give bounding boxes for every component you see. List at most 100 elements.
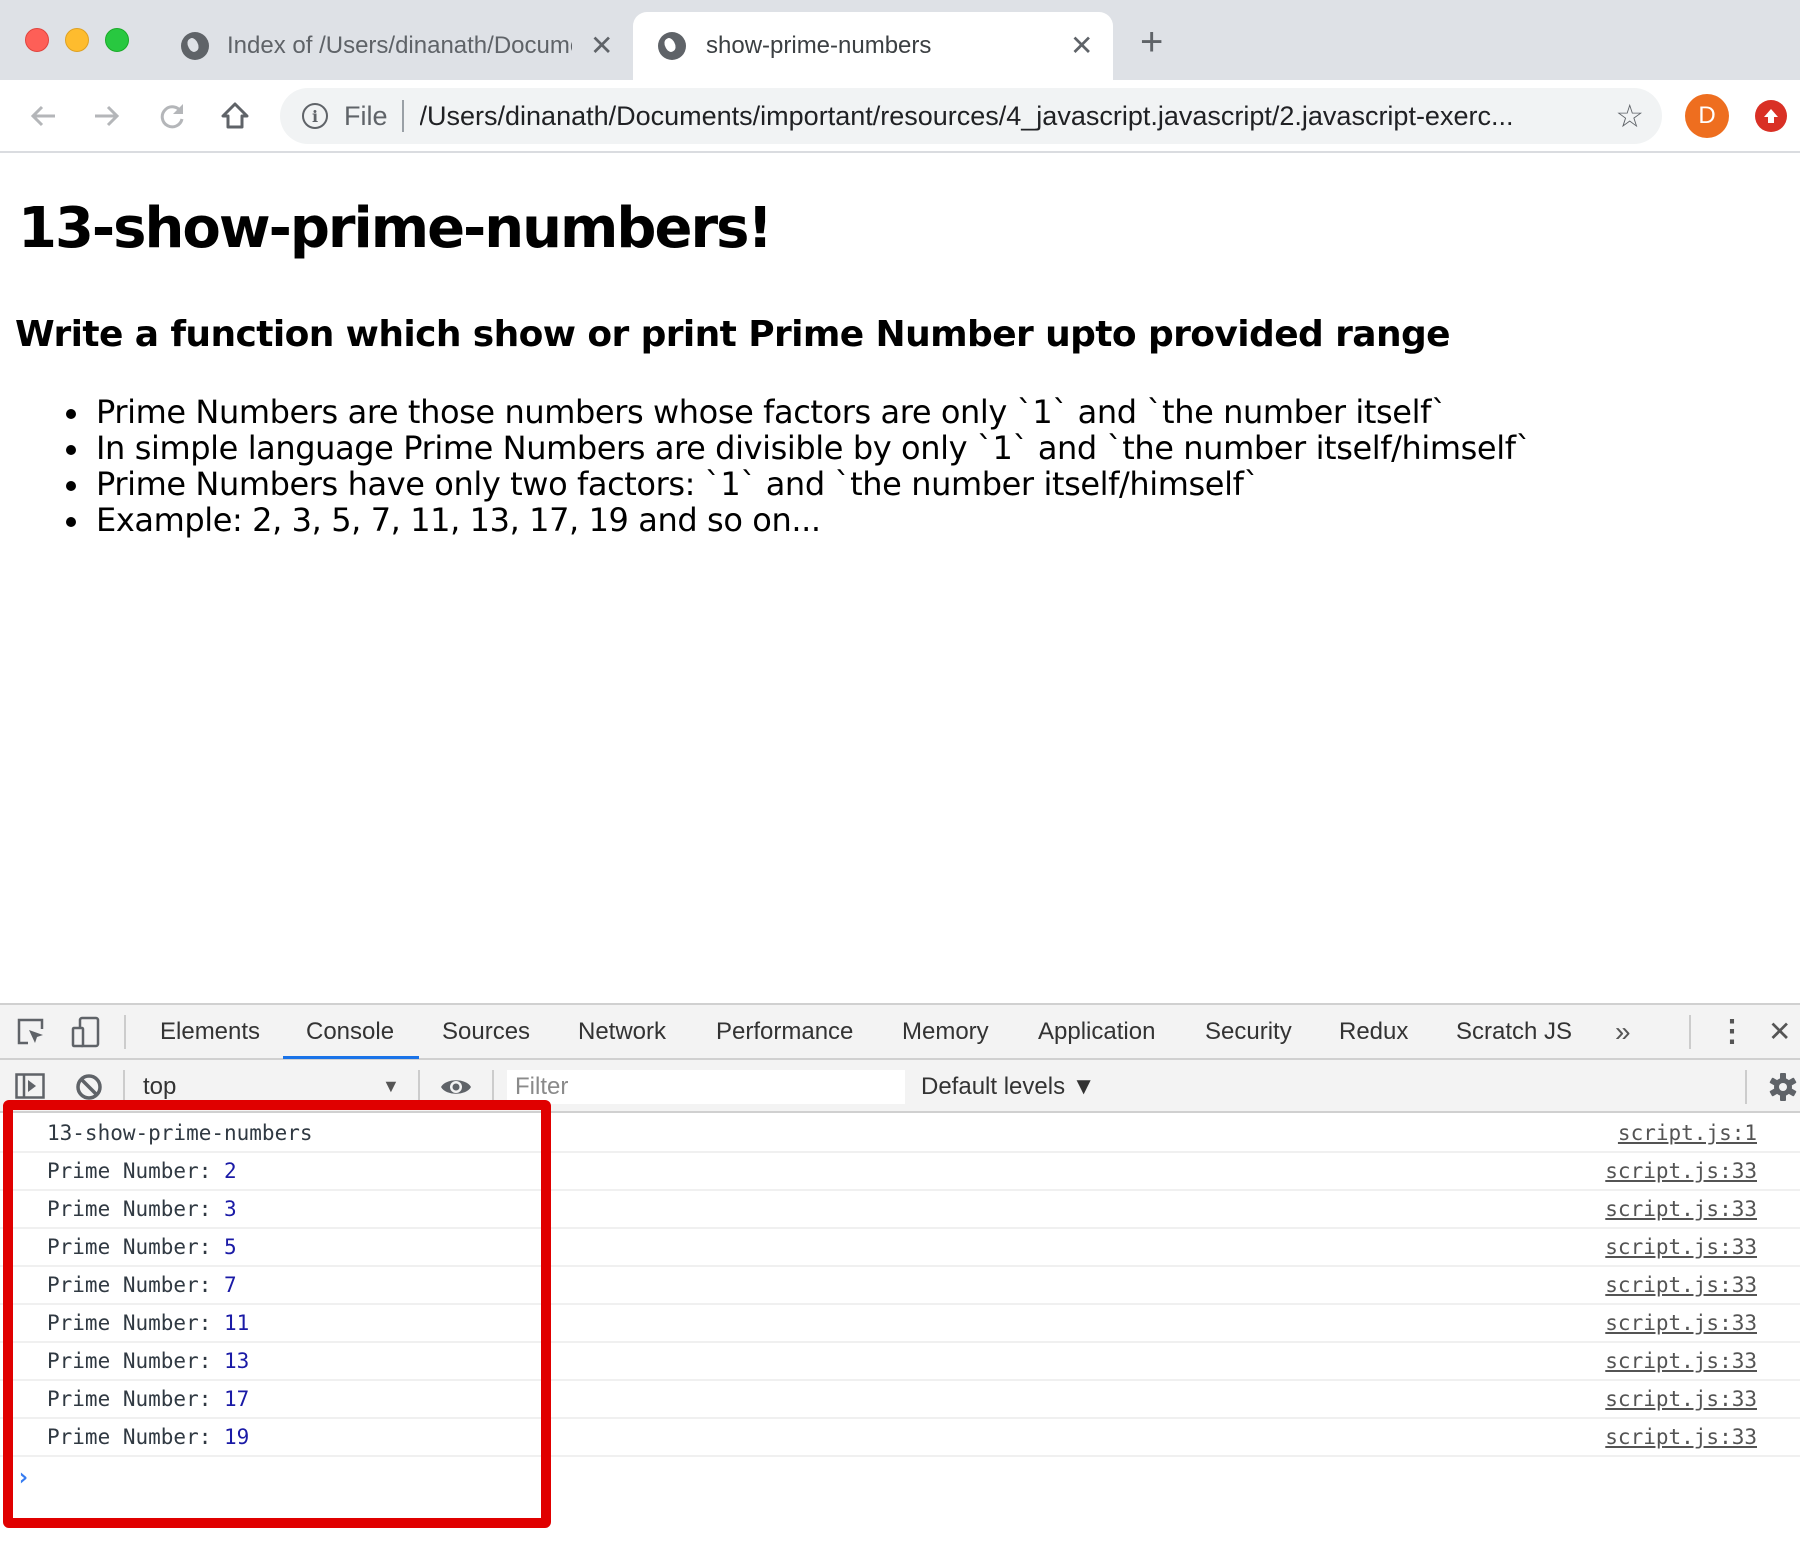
toolbar-divider: [124, 1015, 126, 1049]
tab-close-icon[interactable]: ✕: [1070, 32, 1093, 60]
toolbar-divider: [1689, 1015, 1691, 1049]
prime-value: 7: [224, 1273, 237, 1297]
console-prompt-icon: ›: [16, 1463, 31, 1491]
update-button[interactable]: [1755, 100, 1787, 132]
forward-arrow-icon: [95, 105, 120, 127]
show-sidebar-button[interactable]: [15, 1073, 45, 1104]
list-item: Example: 2, 3, 5, 7, 11, 13, 17, 19 and …: [65, 502, 1531, 538]
console-row: 13-show-prime-numbers script.js:1: [0, 1115, 1800, 1153]
filter-input[interactable]: [507, 1070, 905, 1104]
tab-console[interactable]: Console: [306, 1005, 394, 1058]
tab-title: Index of /Users/dinanath/Documents/impor…: [227, 32, 572, 59]
profile-avatar[interactable]: D: [1685, 94, 1729, 138]
tab-network[interactable]: Network: [578, 1005, 666, 1058]
zoom-window-button[interactable]: [105, 28, 129, 52]
browser-tab-strip: Index of /Users/dinanath/Documents/impor…: [0, 0, 1800, 80]
source-link[interactable]: script.js:33: [1605, 1305, 1757, 1342]
minimize-window-button[interactable]: [65, 28, 89, 52]
info-icon[interactable]: i: [302, 103, 328, 129]
back-button[interactable]: [23, 96, 63, 136]
page-title: 13-show-prime-numbers!: [18, 196, 773, 261]
console-messages: 13-show-prime-numbers script.js:1 Prime …: [0, 1115, 1800, 1507]
inspect-element-button[interactable]: [16, 1017, 46, 1052]
live-expression-button[interactable]: [440, 1075, 472, 1104]
tab-redux[interactable]: Redux: [1339, 1005, 1408, 1058]
console-row: Prime Number: 7 script.js:33: [0, 1267, 1800, 1305]
console-message: Prime Number: 5: [47, 1235, 237, 1259]
clear-icon: [76, 1074, 102, 1100]
tab-elements[interactable]: Elements: [160, 1005, 260, 1058]
reload-icon: [160, 104, 184, 129]
console-input-row[interactable]: ›: [0, 1457, 1800, 1507]
address-divider: [401, 100, 404, 132]
tab-security[interactable]: Security: [1205, 1005, 1292, 1058]
browser-tab-show-prime-numbers[interactable]: show-prime-numbers ✕: [633, 12, 1113, 80]
device-icon: [71, 1016, 100, 1048]
source-link[interactable]: script.js:33: [1605, 1419, 1757, 1456]
clear-console-button[interactable]: [75, 1073, 103, 1106]
prime-value: 17: [224, 1387, 250, 1411]
console-message: Prime Number: 19: [47, 1425, 250, 1449]
context-dropdown-icon[interactable]: ▼: [382, 1060, 400, 1113]
address-bar[interactable]: i File /Users/dinanath/Documents/importa…: [280, 88, 1662, 144]
browser-tab-index[interactable]: Index of /Users/dinanath/Documents/impor…: [165, 12, 625, 80]
console-message: 13-show-prime-numbers: [47, 1121, 313, 1145]
sidebar-toggle-icon: [15, 1073, 45, 1099]
console-toolbar: top ▼ Default levels ▼: [0, 1060, 1800, 1113]
tab-sources[interactable]: Sources: [442, 1005, 530, 1058]
console-row: Prime Number: 2 script.js:33: [0, 1153, 1800, 1191]
source-link[interactable]: script.js:33: [1605, 1153, 1757, 1190]
prime-facts-list: Prime Numbers are those numbers whose fa…: [65, 394, 1532, 538]
tab-close-icon[interactable]: ✕: [590, 32, 613, 60]
console-row: Prime Number: 5 script.js:33: [0, 1229, 1800, 1267]
forward-button[interactable]: [87, 96, 127, 136]
gear-icon: [1769, 1073, 1797, 1101]
console-message: Prime Number: 13: [47, 1349, 250, 1373]
devtools-panel: Elements Console Sources Network Perform…: [0, 1003, 1800, 1550]
log-levels-dropdown[interactable]: Default levels ▼: [921, 1060, 1096, 1113]
console-message: Prime Number: 11: [47, 1311, 250, 1335]
page-subtitle: Write a function which show or print Pri…: [15, 314, 1451, 355]
tab-scratch-js[interactable]: Scratch JS: [1456, 1005, 1572, 1058]
console-settings-button[interactable]: [1768, 1072, 1798, 1107]
toolbar-divider: [418, 1070, 420, 1104]
scheme-label: File: [344, 100, 388, 131]
console-row: Prime Number: 11 script.js:33: [0, 1305, 1800, 1343]
prime-value: 19: [224, 1425, 250, 1449]
console-row: Prime Number: 3 script.js:33: [0, 1191, 1800, 1229]
toolbar-divider: [1745, 1070, 1747, 1104]
update-arrow-icon: [1764, 109, 1778, 123]
tab-title: show-prime-numbers: [706, 32, 932, 59]
source-link[interactable]: script.js:33: [1605, 1191, 1757, 1228]
reload-button[interactable]: [152, 96, 192, 136]
source-link[interactable]: script.js:1: [1618, 1115, 1757, 1152]
tab-performance[interactable]: Performance: [716, 1005, 853, 1058]
source-link[interactable]: script.js:33: [1605, 1267, 1757, 1304]
tab-memory[interactable]: Memory: [902, 1005, 989, 1058]
prime-value: 2: [224, 1159, 237, 1183]
bookmark-star-icon[interactable]: ☆: [1615, 96, 1644, 136]
url-text[interactable]: /Users/dinanath/Documents/important/reso…: [420, 101, 1570, 132]
list-item: Prime Numbers are those numbers whose fa…: [65, 394, 1531, 430]
close-devtools-icon[interactable]: ✕: [1768, 1005, 1791, 1058]
device-toolbar-button[interactable]: [70, 1016, 102, 1053]
prime-value: 13: [224, 1349, 250, 1373]
globe-icon: [658, 32, 686, 60]
kebab-menu-icon[interactable]: ⋮: [1717, 1005, 1747, 1058]
more-tabs-icon[interactable]: »: [1615, 1005, 1631, 1058]
tab-application[interactable]: Application: [1038, 1005, 1155, 1058]
close-window-button[interactable]: [25, 28, 49, 52]
new-tab-button[interactable]: +: [1140, 22, 1163, 62]
console-message: Prime Number: 17: [47, 1387, 250, 1411]
source-link[interactable]: script.js:33: [1605, 1343, 1757, 1380]
context-selector[interactable]: top: [143, 1060, 176, 1113]
active-tab-indicator: [283, 1056, 419, 1059]
eye-icon: [441, 1080, 471, 1094]
console-message: Prime Number: 2: [47, 1159, 237, 1183]
console-row: Prime Number: 13 script.js:33: [0, 1343, 1800, 1381]
source-link[interactable]: script.js:33: [1605, 1229, 1757, 1266]
source-link[interactable]: script.js:33: [1605, 1381, 1757, 1418]
console-message: Prime Number: 7: [47, 1273, 237, 1297]
home-button[interactable]: [215, 96, 255, 136]
inspect-cursor-icon: [17, 1018, 44, 1045]
